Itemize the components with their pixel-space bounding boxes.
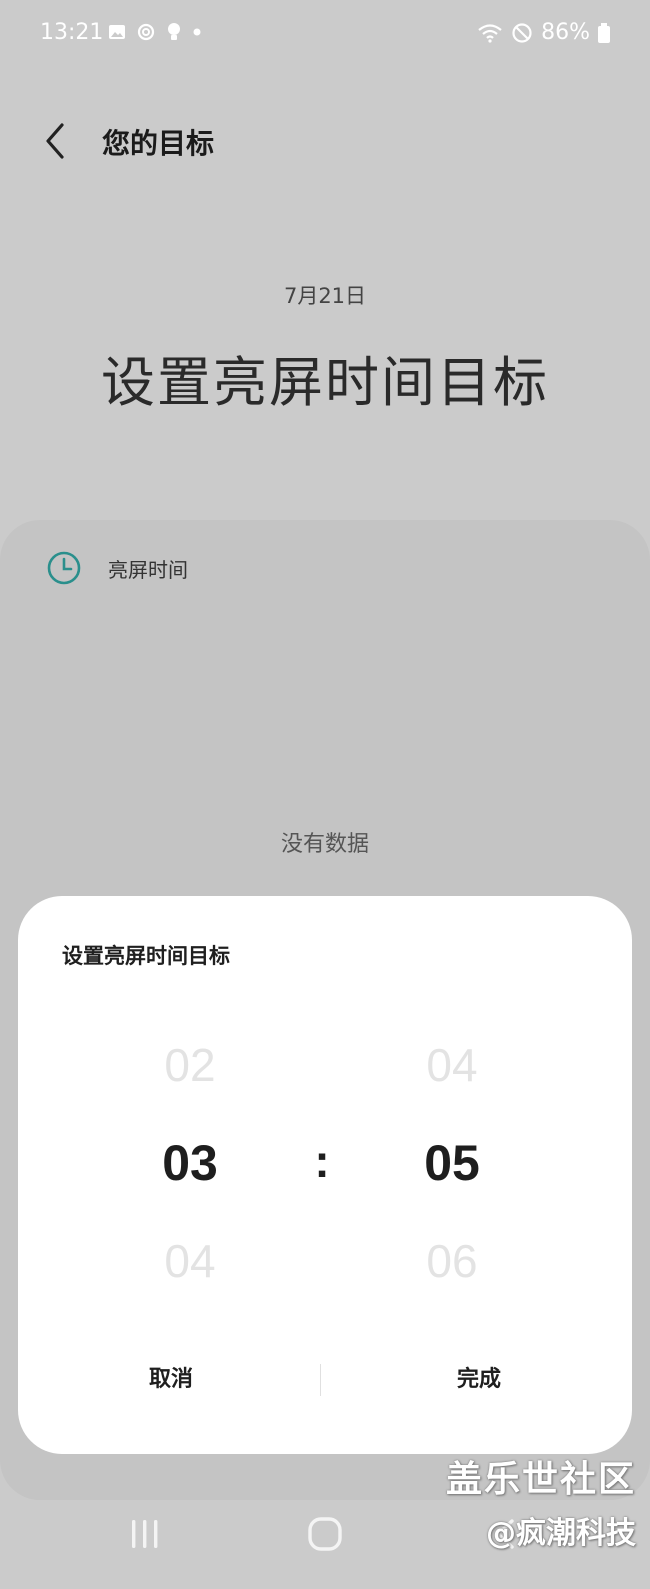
home-icon (308, 1517, 342, 1551)
wifi-icon (478, 23, 502, 43)
status-icons-right: 86% (477, 20, 610, 45)
bulb-icon (168, 23, 180, 40)
minute-selected[interactable]: 05 (372, 1114, 532, 1212)
watermark-line-2: @疯潮科技 (486, 1516, 636, 1551)
gallery-icon (109, 25, 125, 39)
status-time: 13:21 (40, 20, 104, 45)
clock-icon (47, 551, 81, 585)
no-disturb-icon (512, 22, 532, 43)
home-button[interactable] (295, 1508, 355, 1560)
app-header: 您的目标 (0, 100, 650, 180)
dot-icon (193, 28, 201, 36)
battery-percent: 86% (541, 20, 590, 45)
minute-prev[interactable]: 04 (372, 1016, 532, 1114)
status-icons-left (108, 22, 202, 42)
hour-selected[interactable]: 03 (110, 1114, 270, 1212)
goal-heading: 设置亮屏时间目标 (101, 351, 549, 414)
date-label: 7月21日 (283, 284, 367, 308)
card-label: 亮屏时间 (108, 557, 188, 582)
back-button[interactable] (30, 114, 80, 168)
chevron-left-icon (46, 123, 64, 159)
card-header: 亮屏时间 (46, 550, 188, 586)
dialog-actions: 取消 完成 (18, 1344, 632, 1416)
hour-prev[interactable]: 02 (110, 1016, 270, 1114)
action-divider (320, 1364, 321, 1396)
empty-state-text: 没有数据 (280, 832, 369, 857)
page-title: 您的目标 (102, 127, 215, 160)
dialog-title: 设置亮屏时间目标 (62, 944, 230, 968)
hour-next[interactable]: 04 (110, 1212, 270, 1310)
hour-picker[interactable]: 02 03 04 (110, 1016, 270, 1310)
recents-button[interactable] (115, 1508, 175, 1560)
watermark-line-1: 盖乐世社区 (445, 1459, 636, 1500)
minute-next[interactable]: 06 (372, 1212, 532, 1310)
sync-icon (137, 23, 155, 41)
time-separator: : (314, 1135, 330, 1187)
battery-icon (598, 22, 610, 43)
done-button[interactable]: 完成 (326, 1344, 632, 1416)
recents-icon (132, 1520, 158, 1548)
status-bar: 13:21 86% (0, 0, 650, 70)
set-goal-dialog: 设置亮屏时间目标 02 03 04 : 04 05 06 取消 完成 (18, 896, 632, 1454)
cancel-button[interactable]: 取消 (18, 1344, 324, 1416)
minute-picker[interactable]: 04 05 06 (372, 1016, 532, 1310)
